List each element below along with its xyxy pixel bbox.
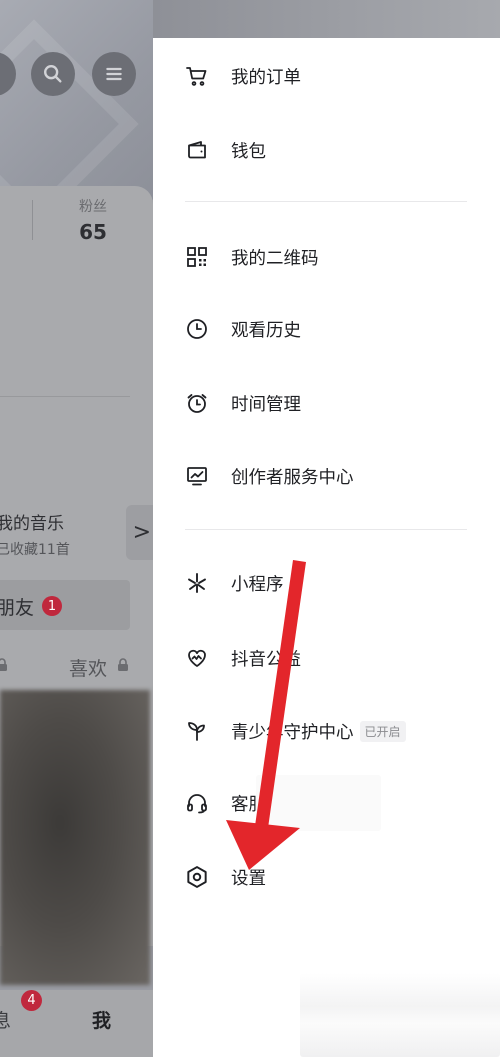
menu-divider — [185, 529, 467, 530]
headset-icon — [183, 789, 211, 817]
fans-label: 粉丝 — [79, 199, 107, 215]
menu-label: 观看历史 — [231, 320, 301, 341]
search-icon[interactable] — [31, 52, 75, 96]
menu-item-history[interactable]: 观看历史 — [183, 309, 483, 349]
section-divider — [0, 396, 130, 397]
nav-messages[interactable]: 息 — [0, 1006, 11, 1033]
menu-label: 小程序 — [231, 574, 284, 595]
nav-me[interactable]: 我 — [92, 1006, 111, 1033]
side-drawer: 我的订单 钱包 我的二维码 观看历史 时间管理 创作者服务中心 小程序 抖音公益… — [153, 38, 500, 1057]
video-thumbnail[interactable] — [0, 690, 150, 985]
menu-item-orders[interactable]: 我的订单 — [183, 56, 483, 96]
glare-overlay — [300, 973, 500, 1057]
menu-item-settings[interactable]: 设置 — [183, 857, 483, 897]
menu-item-time-management[interactable]: 时间管理 — [183, 383, 483, 423]
qrcode-icon — [183, 243, 211, 271]
menu-item-wallet[interactable]: 钱包 — [183, 130, 483, 170]
asterisk-icon — [183, 569, 211, 597]
tab-likes[interactable]: 喜欢 — [69, 654, 107, 681]
menu-label: 青少年守护中心 — [231, 722, 354, 743]
friends-label[interactable]: 朋友 — [0, 593, 34, 620]
menu-label: 我的订单 — [231, 67, 301, 88]
chart-icon — [183, 462, 211, 490]
settings-icon — [183, 863, 211, 891]
heart-icon — [183, 644, 211, 672]
menu-label: 创作者服务中心 — [231, 467, 354, 488]
status-bar — [153, 0, 500, 38]
status-badge: 已开启 — [359, 720, 406, 742]
menu-item-qrcode[interactable]: 我的二维码 — [183, 237, 483, 277]
fans-count[interactable]: 65 — [62, 220, 124, 244]
menu-label: 抖音公益 — [231, 649, 301, 670]
menu-item-mini-programs[interactable]: 小程序 — [183, 563, 483, 603]
background-overlay[interactable]: 粉丝 65 我的音乐 已收藏11首 > 朋友 1 喜欢 息 4 我 — [0, 0, 153, 1057]
alarm-icon — [183, 389, 211, 417]
menu-label: 时间管理 — [231, 394, 301, 415]
chevron-right-icon[interactable]: > — [126, 505, 153, 560]
stats-divider — [32, 200, 33, 240]
lock-icon — [0, 658, 8, 676]
music-title[interactable]: 我的音乐 — [0, 509, 64, 534]
menu-item-creator-center[interactable]: 创作者服务中心 — [183, 456, 483, 496]
music-subtitle: 已收藏11首 — [0, 542, 70, 558]
clock-icon — [183, 315, 211, 343]
lock-icon — [117, 658, 129, 676]
sprout-icon — [183, 717, 211, 745]
menu-icon[interactable] — [92, 52, 136, 96]
friends-badge: 1 — [42, 596, 62, 616]
wallet-icon — [183, 136, 211, 164]
menu-item-youth-protection[interactable]: 青少年守护中心 已开启 — [183, 711, 483, 751]
menu-item-charity[interactable]: 抖音公益 — [183, 638, 483, 678]
cart-icon — [183, 62, 211, 90]
menu-label: 钱包 — [231, 141, 266, 162]
menu-label: 设置 — [231, 868, 266, 889]
messages-badge: 4 — [21, 990, 42, 1011]
menu-label: 我的二维码 — [231, 248, 319, 269]
menu-divider — [185, 201, 467, 202]
redaction-overlay — [256, 775, 381, 831]
